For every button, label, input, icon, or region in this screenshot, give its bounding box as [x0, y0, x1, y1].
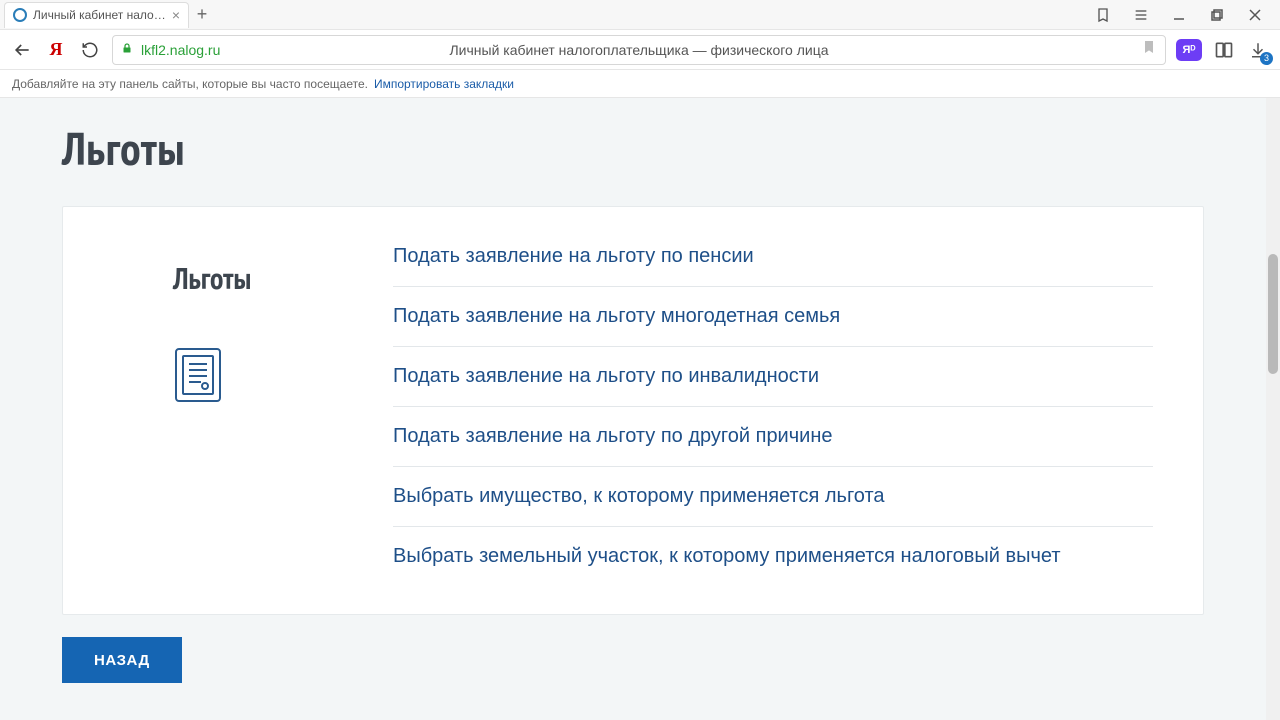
reader-mode-icon[interactable]: [1086, 2, 1120, 28]
window-minimize-button[interactable]: [1162, 2, 1196, 28]
bookmark-star-icon[interactable]: [1141, 39, 1157, 60]
benefit-link-pension[interactable]: Подать заявление на льготу по пенсии: [393, 243, 1153, 287]
page-viewport: Льготы Льготы Подать заявл: [0, 98, 1266, 720]
benefits-link-list: Подать заявление на льготу по пенсии Под…: [393, 243, 1173, 586]
browser-tab[interactable]: Личный кабинет налог… ×: [4, 2, 189, 28]
lock-icon: [121, 41, 133, 58]
nav-back-button[interactable]: [10, 38, 34, 62]
sidebar-toggle-icon[interactable]: [1212, 38, 1236, 62]
scrollbar-thumb[interactable]: [1268, 254, 1278, 374]
back-button[interactable]: НАЗАД: [62, 637, 182, 683]
benefits-card: Льготы Подать заявление на льготу по пен…: [62, 206, 1204, 615]
new-tab-button[interactable]: +: [189, 2, 215, 28]
vertical-scrollbar[interactable]: [1266, 98, 1280, 720]
benefit-link-land[interactable]: Выбрать земельный участок, к которому пр…: [393, 527, 1153, 586]
window-maximize-button[interactable]: [1200, 2, 1234, 28]
reload-button[interactable]: [78, 38, 102, 62]
bookmarks-hint: Добавляйте на эту панель сайты, которые …: [12, 77, 368, 91]
url-text: lkfl2.nalog.ru: [141, 42, 220, 58]
extension-button[interactable]: Яᴰ: [1176, 39, 1202, 61]
downloads-button[interactable]: 3: [1246, 38, 1270, 62]
address-field[interactable]: lkfl2.nalog.ru Личный кабинет налогоплат…: [112, 35, 1166, 65]
tab-close-icon[interactable]: ×: [172, 8, 180, 22]
bookmarks-bar: Добавляйте на эту панель сайты, которые …: [0, 70, 1280, 98]
document-icon: [173, 346, 393, 409]
benefit-link-property[interactable]: Выбрать имущество, к которому применяетс…: [393, 467, 1153, 527]
benefit-link-large-family[interactable]: Подать заявление на льготу многодетная с…: [393, 287, 1153, 347]
benefit-link-other[interactable]: Подать заявление на льготу по другой при…: [393, 407, 1153, 467]
page-description: Личный кабинет налогоплательщика — физич…: [113, 42, 1165, 58]
page-title: Льготы: [62, 118, 1204, 178]
tab-title: Личный кабинет налог…: [33, 8, 166, 22]
address-bar: Я lkfl2.nalog.ru Личный кабинет налогопл…: [0, 30, 1280, 70]
import-bookmarks-link[interactable]: Импортировать закладки: [374, 77, 514, 91]
benefit-link-disability[interactable]: Подать заявление на льготу по инвалиднос…: [393, 347, 1153, 407]
downloads-count-badge: 3: [1260, 52, 1273, 65]
yandex-home-button[interactable]: Я: [44, 38, 68, 62]
tab-strip: Личный кабинет налог… × +: [0, 0, 1280, 30]
window-close-button[interactable]: [1238, 2, 1272, 28]
tab-favicon: [13, 8, 27, 22]
card-title: Льготы: [173, 259, 393, 298]
menu-icon[interactable]: [1124, 2, 1158, 28]
